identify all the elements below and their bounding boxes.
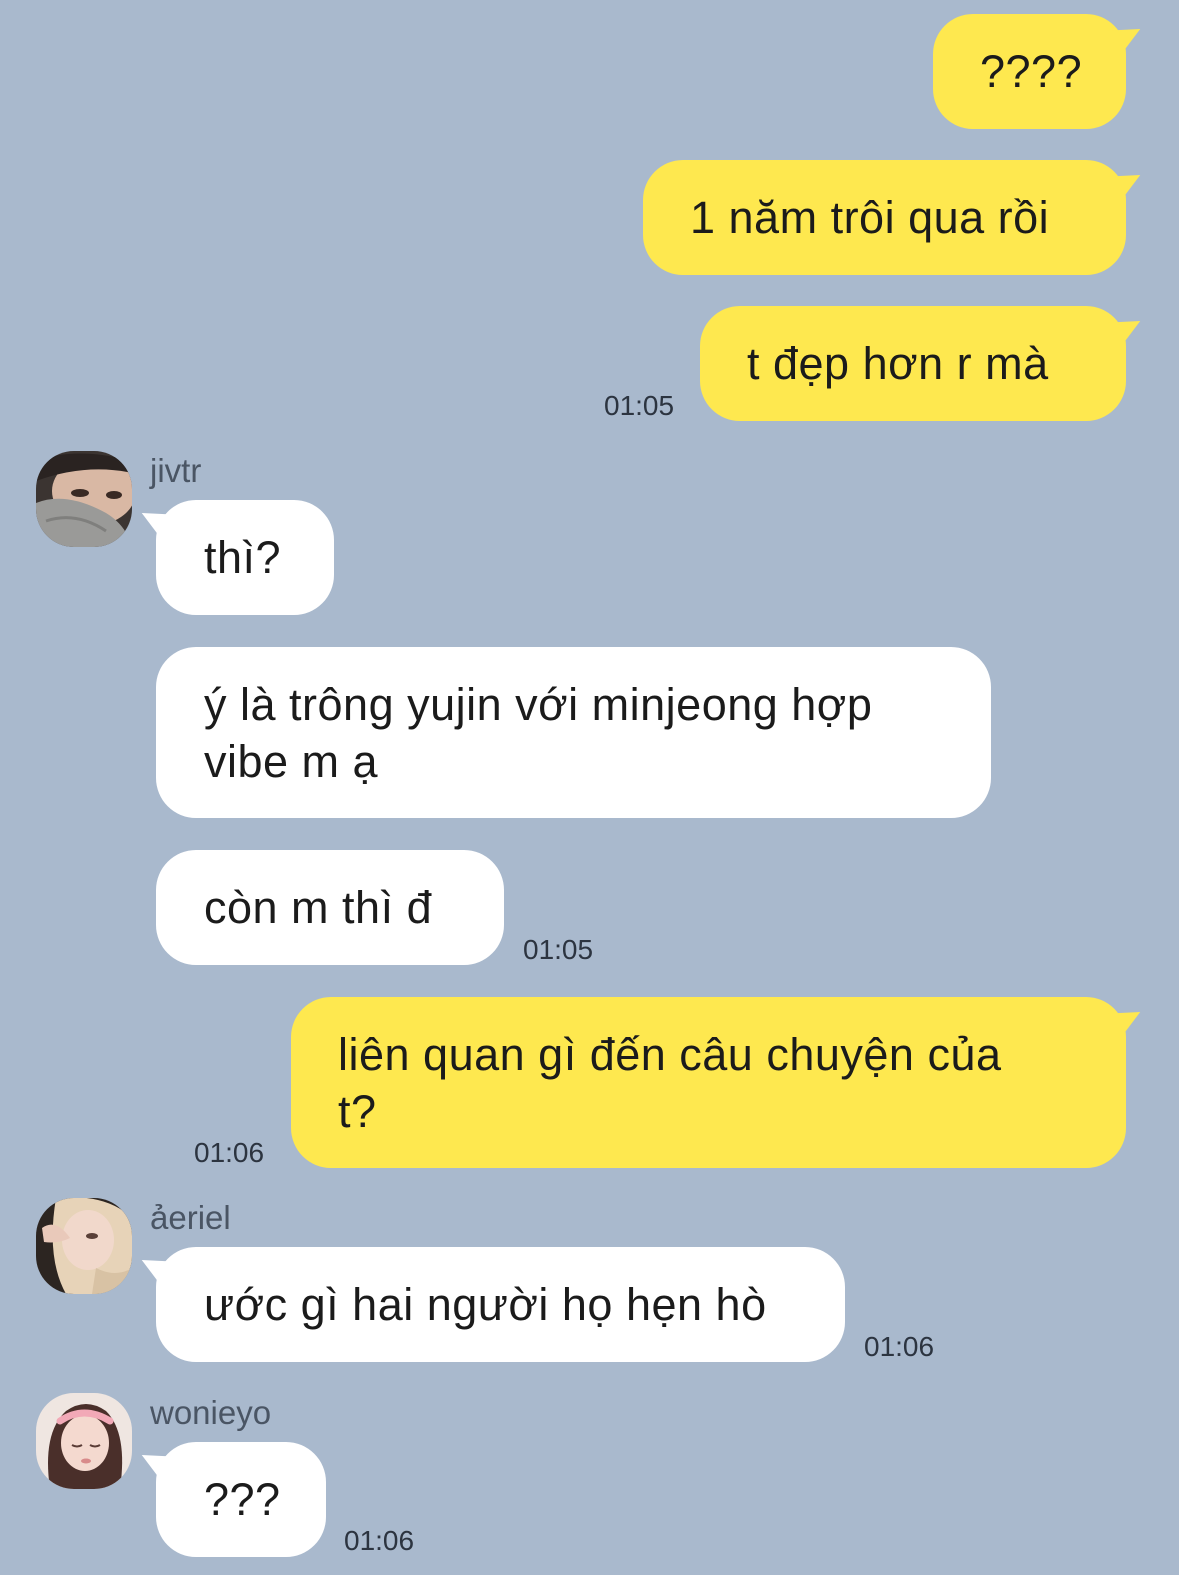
my-message-bubble[interactable]: 1 năm trôi qua rồi (643, 160, 1126, 275)
message-text: ??? (204, 1474, 281, 1525)
message-text: t đẹp hơn r mà (747, 338, 1049, 389)
message-text-line-2: vibe m ạ (204, 736, 379, 787)
their-message-bubble[interactable]: còn m thì đ (156, 850, 504, 965)
message-text-line-1: liên quan gì đến câu chuyện của (338, 1029, 1002, 1080)
avatar-wonieyo[interactable] (36, 1393, 132, 1489)
their-message-bubble[interactable]: thì? (156, 500, 334, 615)
their-message-bubble[interactable]: ước gì hai người họ hẹn hò (156, 1247, 845, 1362)
message-text: thì? (204, 532, 282, 583)
message-text: 1 năm trôi qua rồi (690, 192, 1050, 243)
message-text: ước gì hai người họ hẹn hò (204, 1279, 767, 1330)
message-timestamp: 01:05 (604, 390, 675, 421)
my-message-bubble[interactable]: ???? (933, 14, 1126, 129)
message-text-line-2: t? (338, 1086, 377, 1137)
message-timestamp: 01:06 (344, 1525, 415, 1556)
message-text: còn m thì đ (204, 882, 433, 933)
avatar-jivtr[interactable] (36, 451, 132, 547)
sender-name: wonieyo (150, 1394, 272, 1431)
their-message-bubble[interactable]: ý là trông yujin với minjeong hợp vibe m… (156, 647, 991, 818)
avatar-aeriel[interactable] (36, 1198, 132, 1294)
message-text: ???? (980, 46, 1083, 97)
sender-name: ảeriel (150, 1199, 231, 1236)
their-message-bubble[interactable]: ??? (156, 1442, 326, 1557)
avatar-image (36, 1393, 132, 1489)
message-timestamp: 01:05 (523, 934, 594, 965)
message-text-line-1: ý là trông yujin với minjeong hợp (204, 679, 873, 730)
avatar-image (36, 451, 132, 547)
my-message-bubble[interactable]: t đẹp hơn r mà (700, 306, 1126, 421)
my-message-bubble[interactable]: liên quan gì đến câu chuyện của t? (291, 997, 1126, 1168)
message-timestamp: 01:06 (864, 1331, 935, 1362)
avatar-image (36, 1198, 132, 1294)
message-timestamp: 01:06 (194, 1137, 265, 1168)
sender-name: jivtr (150, 452, 202, 489)
